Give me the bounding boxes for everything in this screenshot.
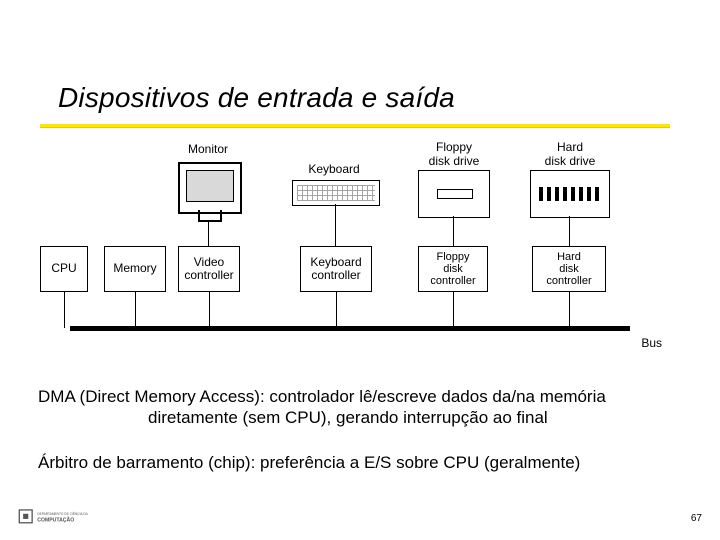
line-floppy: [453, 216, 454, 246]
svg-text:DEPARTAMENTO DE CIÊNCIA DA: DEPARTAMENTO DE CIÊNCIA DA: [37, 511, 88, 516]
keyboard-icon: [292, 180, 380, 206]
floppy-icon: [418, 170, 490, 218]
busline-floppy: [453, 292, 454, 328]
line-hdd: [569, 216, 570, 246]
label-floppy: Floppy disk drive: [414, 140, 494, 168]
label-hdd: Hard disk drive: [530, 140, 610, 168]
paragraph-dma: DMA (Direct Memory Access): controlador …: [38, 386, 690, 429]
label-monitor: Monitor: [168, 142, 248, 156]
busline-hdd: [569, 292, 570, 328]
monitor-screen: [186, 170, 234, 202]
box-kbd-ctrl: Keyboard controller: [300, 246, 372, 292]
hdd-grille: [539, 187, 601, 201]
busline-cpu: [64, 292, 65, 328]
ufmg-logo-icon: DEPARTAMENTO DE CIÊNCIA DA COMPUTAÇÃO: [18, 506, 108, 528]
title-underline: [40, 124, 670, 127]
paragraph-arbiter: Árbitro de barramento (chip): preferênci…: [38, 452, 690, 473]
page-number: 67: [691, 513, 702, 524]
monitor-stand: [198, 210, 222, 222]
label-keyboard: Keyboard: [294, 162, 374, 176]
box-video: Video controller: [178, 246, 240, 292]
io-diagram: Monitor Keyboard Floppy disk drive Hard …: [70, 140, 660, 360]
busline-kbd: [336, 292, 337, 328]
box-cpu: CPU: [40, 246, 88, 292]
svg-text:COMPUTAÇÃO: COMPUTAÇÃO: [37, 517, 74, 524]
floppy-slot: [437, 189, 473, 199]
monitor-icon: [178, 162, 242, 214]
busline-memory: [135, 292, 136, 328]
paragraph-dma-line2: diretamente (sem CPU), gerando interrupç…: [38, 407, 690, 428]
bus-line: [70, 326, 630, 331]
box-floppy-ctrl: Floppy disk controller: [418, 246, 488, 292]
box-memory: Memory: [104, 246, 166, 292]
box-hdd-ctrl: Hard disk controller: [532, 246, 606, 292]
paragraph-dma-line1: DMA (Direct Memory Access): controlador …: [38, 387, 606, 406]
bus-label: Bus: [641, 336, 662, 350]
line-monitor: [208, 222, 209, 246]
busline-video: [209, 292, 210, 328]
footer-logo: DEPARTAMENTO DE CIÊNCIA DA COMPUTAÇÃO: [18, 506, 108, 528]
slide-title: Dispositivos de entrada e saída: [58, 82, 455, 114]
hdd-icon: [530, 170, 610, 218]
line-keyboard: [335, 204, 336, 246]
